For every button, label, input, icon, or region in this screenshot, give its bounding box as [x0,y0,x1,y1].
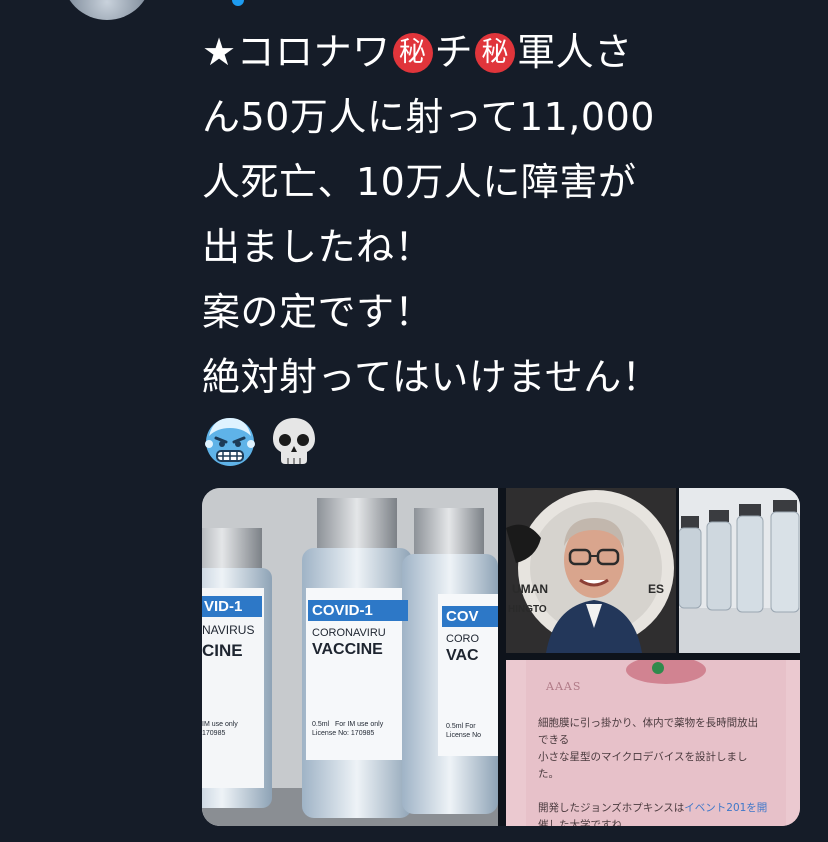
backdrop-text: ES [648,582,665,596]
tweet-line-5: 案の定です！ [202,290,434,334]
vial-info-row: 0.5ml For [442,723,498,730]
vial-info: For [465,723,476,730]
tweet-text: ★コロナワ秘チ秘軍人さ ん50万人に射って11,000 人死亡、10万人に障害が… [202,20,812,410]
skull-icon [273,418,315,464]
vials-row-image [679,488,800,653]
vial-license: 170985 [202,730,226,737]
vial-dose: 0.5ml [446,723,464,730]
tweet-line-3: 人死亡、10万人に障害が [202,160,637,204]
left-vial-label: VID-1 NAVIRUS CINE IM use only 170985 [202,596,262,737]
vial-name: VAC [446,647,479,664]
article-line: 小さな星型のマイクロデバイスを設計しまし [538,751,748,763]
article-body: 細胞膜に引っ掛かり、体内で薬物を長時間放出 できる 小さな星型のマイクロデバイス… [538,715,788,826]
vial-info: IM use only [202,721,238,728]
vial-name: VACCINE [312,641,383,658]
vial-license: License No [446,732,482,739]
vial-subtitle: CORONAVIRU [312,627,386,639]
tweet-line-4: 出ましたね！ [202,225,434,269]
tweet-line-1-mid: チ [434,30,474,74]
vials-row-photo[interactable] [679,488,800,653]
vial-info: For IM use only [334,721,384,728]
article-line: 催した大学ですね。 [538,819,633,826]
portrait-image [506,488,676,653]
tweet-line-2: ん50万人に射って11,000 [202,95,655,139]
vial-brand: COV [442,606,498,627]
tweet-line-6: 絶対射ってはいけません！ [202,355,661,399]
article-line [538,783,788,800]
article-logo: AAAS [546,680,582,693]
cold-face-icon [205,418,255,466]
portrait-photo[interactable]: UMAN ES HINGTO [506,488,676,653]
right-vial-label: COV CORO VAC 0.5ml For License No [442,606,498,739]
tweet-line-1-end: 軍人さ [517,30,633,74]
vial-dose: 0.5ml [312,721,330,728]
article-line: できる [538,734,570,746]
verified-badge-icon [232,0,244,6]
media-grid[interactable]: VID-1 NAVIRUS CINE IM use only 170985 CO… [202,488,800,826]
backdrop-text: UMAN [512,582,548,596]
article-line: 開発したジョンズホプキンスはイベント201を開 [538,800,788,817]
vial-info-row: 0.5ml For IM use only [308,721,408,728]
vial-subtitle: CORO [446,633,479,645]
vial-brand: VID-1 [202,596,262,617]
article-screenshot[interactable]: AAAS 細胞膜に引っ掛かり、体内で薬物を長時間放出 できる 小さな星型のマイク… [506,660,800,826]
vial-name: CINE [202,641,243,660]
vial-license: License No: 170985 [312,730,375,737]
avatar[interactable] [62,0,152,20]
backdrop-text: HINGTO [508,604,547,615]
tweet-view: ★コロナワ秘チ秘軍人さ ん50万人に射って11,000 人死亡、10万人に障害が… [0,0,828,842]
secret-seal-icon: 秘 [475,33,516,73]
vaccine-vials-photo[interactable]: VID-1 NAVIRUS CINE IM use only 170985 CO… [202,488,498,826]
tweet-line-1-start: ★コロナワ [202,30,391,74]
article-line: た。 [538,768,559,780]
article-line-text: 開発したジョンズホプキンスは [538,802,685,814]
article-highlight: イベント201を開 [684,802,768,814]
emoji-row [203,414,321,470]
secret-seal-icon: 秘 [392,33,433,73]
vial-brand: COVID-1 [308,600,408,621]
tweet-line-1: ★コロナワ秘チ秘軍人さ [202,20,812,85]
middle-vial-label: COVID-1 CORONAVIRU VACCINE 0.5ml For IM … [308,600,408,737]
vial-subtitle: NAVIRUS [202,623,255,637]
article-line: 細胞膜に引っ掛かり、体内で薬物を長時間放出 [538,717,759,729]
